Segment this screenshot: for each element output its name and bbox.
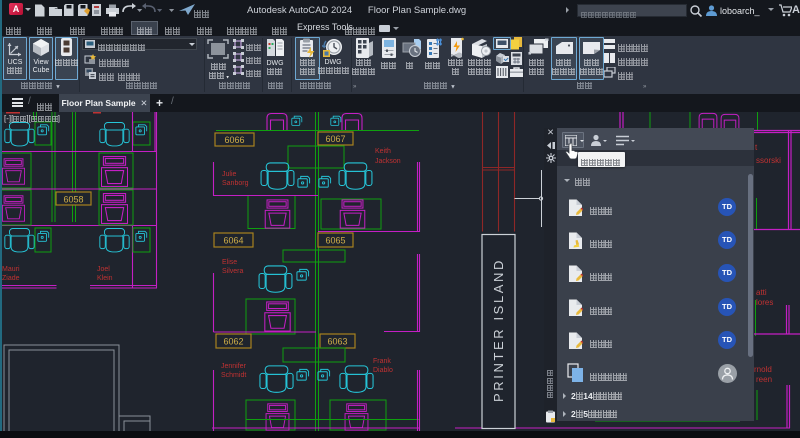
svg-text:Sanborg: Sanborg	[222, 180, 249, 187]
svg-text:Klein: Klein	[97, 275, 113, 282]
svg-text:Jennifer: Jennifer	[221, 363, 247, 370]
svg-text:Joel: Joel	[97, 266, 110, 273]
svg-text:6063: 6063	[327, 337, 347, 347]
svg-text:Keith: Keith	[375, 148, 391, 155]
svg-text:Elise: Elise	[222, 259, 237, 266]
svg-text:atti: atti	[756, 288, 767, 297]
svg-text:Jackson: Jackson	[375, 158, 401, 165]
svg-text:lores: lores	[756, 298, 773, 307]
svg-text:Diablo: Diablo	[373, 367, 393, 374]
svg-text:6062: 6062	[223, 337, 243, 347]
svg-text:Schmidt: Schmidt	[221, 372, 246, 379]
svg-text:6064: 6064	[223, 236, 243, 246]
svg-text:6058: 6058	[63, 195, 83, 205]
svg-text:6066: 6066	[224, 135, 244, 145]
svg-text:Julie: Julie	[222, 171, 237, 178]
svg-text:ssorski: ssorski	[756, 156, 781, 165]
svg-text:6065: 6065	[325, 236, 345, 246]
svg-text:6067: 6067	[325, 134, 345, 144]
svg-text:Ziade: Ziade	[2, 275, 20, 282]
svg-text:reen: reen	[756, 375, 772, 384]
svg-text:Mauri: Mauri	[2, 266, 20, 273]
svg-text:rnold: rnold	[754, 365, 772, 374]
svg-text:Frank: Frank	[373, 358, 391, 365]
svg-text:Silvera: Silvera	[222, 268, 244, 275]
svg-text:PRINTER ISLAND: PRINTER ISLAND	[491, 258, 506, 402]
